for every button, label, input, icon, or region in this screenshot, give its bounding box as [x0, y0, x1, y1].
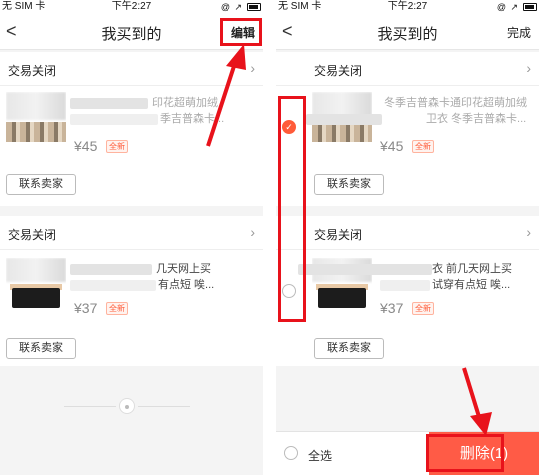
nav-bar: < 我买到的 编辑 — [0, 14, 263, 50]
status-icons: @ ↗ — [220, 2, 243, 12]
status-bar: 无 SIM 卡 下午2:27 @ ↗ — [276, 0, 539, 14]
order-status-row[interactable]: 交易关闭 › — [0, 216, 263, 250]
product-title: 几天网上买 — [156, 263, 211, 275]
blurred-title — [70, 114, 158, 125]
price: ¥37 — [380, 300, 404, 316]
loading-icon — [119, 398, 135, 414]
order-card[interactable]: 交易关闭 › 几天网上买 有点短 唉... ¥37 全新 联系卖家 — [0, 216, 263, 366]
price: ¥37 — [74, 300, 98, 316]
order-card[interactable]: 交易关闭 › ✓ 冬季吉普森卡通印花超萌加绒 卫衣 冬季吉普森卡... ¥45 … — [276, 52, 539, 206]
condition-badge: 全新 — [106, 302, 128, 315]
phone-screen-left: 无 SIM 卡 下午2:27 @ ↗ < 我买到的 编辑 交易关闭 › 印花超萌… — [0, 0, 263, 475]
order-card[interactable]: 交易关闭 › 印花超萌加绒 季吉普森卡... ¥45 全新 联系卖家 — [0, 52, 263, 206]
price: ¥45 — [74, 138, 98, 154]
contact-seller-button[interactable]: 联系卖家 — [6, 174, 76, 195]
product-title-line2: 季吉普森卡... — [160, 113, 225, 125]
blurred-title — [306, 114, 382, 125]
order-status-row[interactable]: 交易关闭 › — [0, 52, 263, 86]
blurred-title — [70, 280, 156, 291]
order-status: 交易关闭 — [8, 228, 57, 242]
product-title-line2: 有点短 唉... — [158, 279, 215, 291]
condition-badge: 全新 — [412, 140, 434, 153]
bottom-action-bar: 全选 删除(1) — [276, 431, 539, 475]
status-bar: 无 SIM 卡 下午2:27 @ ↗ — [0, 0, 263, 14]
battery-icon — [523, 3, 537, 11]
select-all-label[interactable]: 全选 — [308, 447, 332, 464]
chevron-right-icon: › — [526, 224, 531, 240]
chevron-right-icon: › — [250, 60, 255, 76]
battery-icon — [247, 3, 261, 11]
status-icons: @ ↗ — [496, 2, 519, 12]
condition-badge: 全新 — [412, 302, 434, 315]
select-all-checkbox[interactable] — [284, 446, 298, 460]
blurred-title — [380, 280, 430, 291]
arrow-pointer-icon — [462, 367, 492, 436]
product-title-line2: 试穿有点短 唉... — [432, 279, 511, 291]
order-card[interactable]: 交易关闭 › 衣 前几天网上买 试穿有点短 唉... ¥37 全新 联系卖家 — [276, 216, 539, 366]
select-checkbox[interactable]: ✓ — [282, 120, 296, 134]
product-title: 衣 前几天网上买 — [432, 263, 513, 275]
edit-button[interactable]: 编辑 — [231, 24, 255, 41]
blurred-title — [70, 98, 148, 109]
product-title: 印花超萌加绒 — [152, 97, 218, 109]
order-status-row[interactable]: 交易关闭 › — [276, 216, 539, 250]
page-title: 我买到的 — [377, 26, 438, 43]
select-checkbox[interactable] — [282, 284, 296, 298]
divider — [138, 406, 190, 407]
price: ¥45 — [380, 138, 404, 154]
contact-seller-button[interactable]: 联系卖家 — [314, 174, 384, 195]
product-image[interactable] — [6, 258, 66, 308]
nav-bar: < 我买到的 完成 — [276, 14, 539, 50]
order-status: 交易关闭 — [8, 64, 57, 78]
page-title: 我买到的 — [101, 26, 162, 43]
chevron-right-icon: › — [250, 224, 255, 240]
order-status: 交易关闭 — [314, 64, 363, 78]
blurred-title — [70, 264, 152, 275]
blurred-title — [298, 264, 432, 275]
divider — [64, 406, 116, 407]
contact-seller-button[interactable]: 联系卖家 — [6, 338, 76, 359]
done-button[interactable]: 完成 — [507, 24, 531, 41]
delete-button[interactable]: 删除(1) — [429, 432, 539, 475]
order-status-row[interactable]: 交易关闭 › — [276, 52, 539, 86]
order-status: 交易关闭 — [314, 228, 363, 242]
product-image[interactable] — [6, 92, 66, 142]
condition-badge: 全新 — [106, 140, 128, 153]
phone-screen-right: 无 SIM 卡 下午2:27 @ ↗ < 我买到的 完成 交易关闭 › ✓ 冬季… — [276, 0, 539, 475]
contact-seller-button[interactable]: 联系卖家 — [314, 338, 384, 359]
product-title: 冬季吉普森卡通印花超萌加绒 — [384, 97, 527, 109]
chevron-right-icon: › — [526, 60, 531, 76]
product-title-line2: 卫衣 冬季吉普森卡... — [426, 113, 527, 125]
